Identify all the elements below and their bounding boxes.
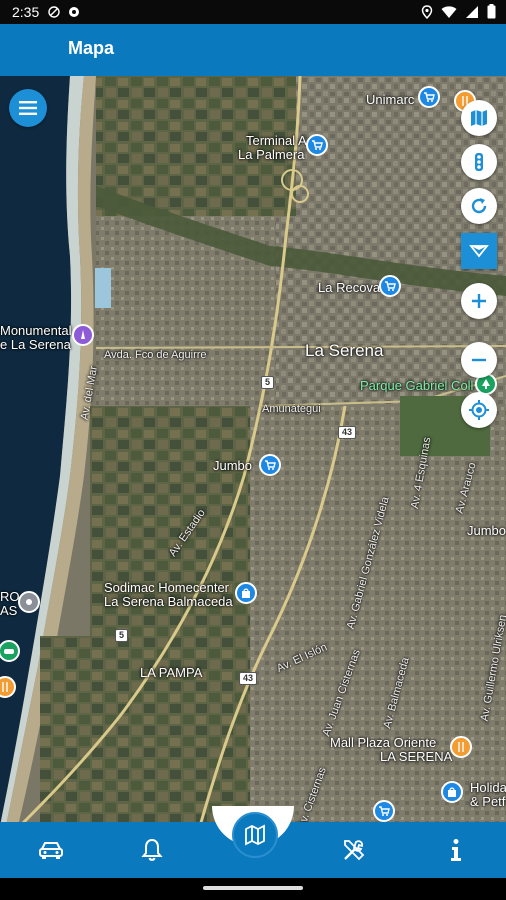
map-label-holiday-2: & Petf (470, 794, 506, 809)
cart-icon (424, 92, 435, 102)
zoom-out-icon (472, 358, 486, 362)
poi-gray-pin[interactable] (18, 591, 40, 613)
map-layers-button[interactable] (461, 100, 497, 136)
no-disturb-icon (47, 5, 61, 19)
system-nav-bar (0, 878, 506, 900)
cart-icon (265, 460, 276, 470)
tree-icon (482, 379, 490, 389)
compass-button[interactable] (461, 233, 497, 269)
menu-icon (19, 101, 37, 115)
refresh-button[interactable] (461, 188, 497, 224)
zoom-in-icon (472, 294, 486, 308)
map-label-la-recova: La Recova (318, 280, 381, 295)
monument-icon (81, 330, 85, 339)
nav-vehicles[interactable] (31, 830, 71, 870)
map-view[interactable]: Unimarc Terminal Agro La Palmera La Reco… (0, 76, 506, 826)
poi-sodimac-pin[interactable] (235, 582, 257, 604)
wifi-icon (441, 5, 457, 22)
bag-icon (448, 787, 456, 797)
map-label-la-palmera: La Palmera (238, 147, 305, 162)
cart-icon (385, 281, 396, 291)
poi-bottom-pin[interactable] (373, 800, 395, 822)
home-indicator[interactable] (203, 886, 303, 890)
fork-icon (2, 682, 8, 692)
map-label-mall: Mall Plaza Oriente (330, 735, 437, 750)
poi-la-recova-pin[interactable] (379, 275, 401, 297)
zoom-out-button[interactable] (461, 342, 497, 378)
map-label-la-pampa: LA PAMPA (140, 665, 203, 680)
map-label-monumental: Monumental (0, 323, 72, 338)
bottom-nav (0, 806, 506, 878)
nav-map[interactable] (232, 812, 278, 858)
refresh-icon (471, 198, 487, 214)
map-label-jumbo-right: Jumbo (467, 523, 506, 538)
route-43-shield: 43 (338, 426, 357, 439)
map-icon (245, 824, 265, 846)
map-label-mall-2: LA SERENA (380, 749, 453, 764)
zoom-in-button[interactable] (461, 283, 497, 319)
poi-holiday-pin[interactable] (441, 781, 463, 803)
cart-icon (312, 140, 323, 150)
app-bar: Mapa (0, 24, 506, 76)
map-label-amunategui: Amunátegui (262, 403, 321, 415)
status-time: 2:35 (12, 4, 40, 20)
battery-icon (487, 4, 496, 22)
my-location-icon (469, 400, 489, 420)
tools-icon (344, 840, 365, 861)
route-5-shield: 5 (261, 376, 275, 389)
signal-icon (465, 5, 479, 22)
location-status-icon (421, 4, 433, 22)
place-icon (26, 599, 32, 605)
poi-monumental-pin[interactable] (72, 324, 94, 346)
car-icon (39, 842, 63, 859)
traffic-button[interactable] (461, 144, 497, 180)
route-43-shield-south: 43 (239, 672, 258, 685)
bell-icon (141, 838, 163, 861)
status-bar: 2:35 (0, 0, 506, 24)
menu-button[interactable] (9, 89, 47, 127)
poi-mall-pin[interactable] (450, 736, 472, 758)
page-title: Mapa (68, 38, 115, 58)
cart-icon (379, 806, 390, 816)
map-label-monumental-2: e La Serena (0, 337, 71, 352)
map-label-as: AS (0, 603, 18, 618)
compass-icon (469, 245, 489, 258)
route-5-shield-south: 5 (115, 629, 129, 642)
my-location-button[interactable] (461, 392, 497, 428)
nav-notifications[interactable] (132, 830, 172, 870)
nav-tools[interactable] (334, 830, 374, 870)
bag-icon (242, 588, 250, 598)
game-icon (4, 649, 14, 654)
map-label-la-serena: La Serena (305, 341, 384, 360)
map-label-sodimac: Sodimac Homecenter (104, 580, 229, 595)
map-label-sodimac-2: La Serena Balmaceda (104, 594, 233, 609)
map-layers-icon (471, 110, 487, 126)
fork-icon (458, 742, 464, 752)
poi-unimarc-pin[interactable] (418, 86, 440, 108)
map-label-avda-fco: Avda. Fco de Aguirre (104, 349, 207, 361)
poi-terminal-pin[interactable] (306, 134, 328, 156)
shield-status-icon (67, 5, 81, 19)
map-label-unimarc: Unimarc (366, 92, 415, 107)
map-label-parque: Parque Gabriel Coll (360, 378, 474, 393)
map-label-holiday: Holiday (470, 780, 506, 795)
nav-info[interactable] (436, 830, 476, 870)
map-label-ro: RO (0, 589, 20, 604)
poi-jumbo-pin[interactable] (259, 454, 281, 476)
info-icon (451, 839, 461, 861)
traffic-icon (475, 153, 483, 171)
map-label-jumbo: Jumbo (213, 458, 253, 473)
